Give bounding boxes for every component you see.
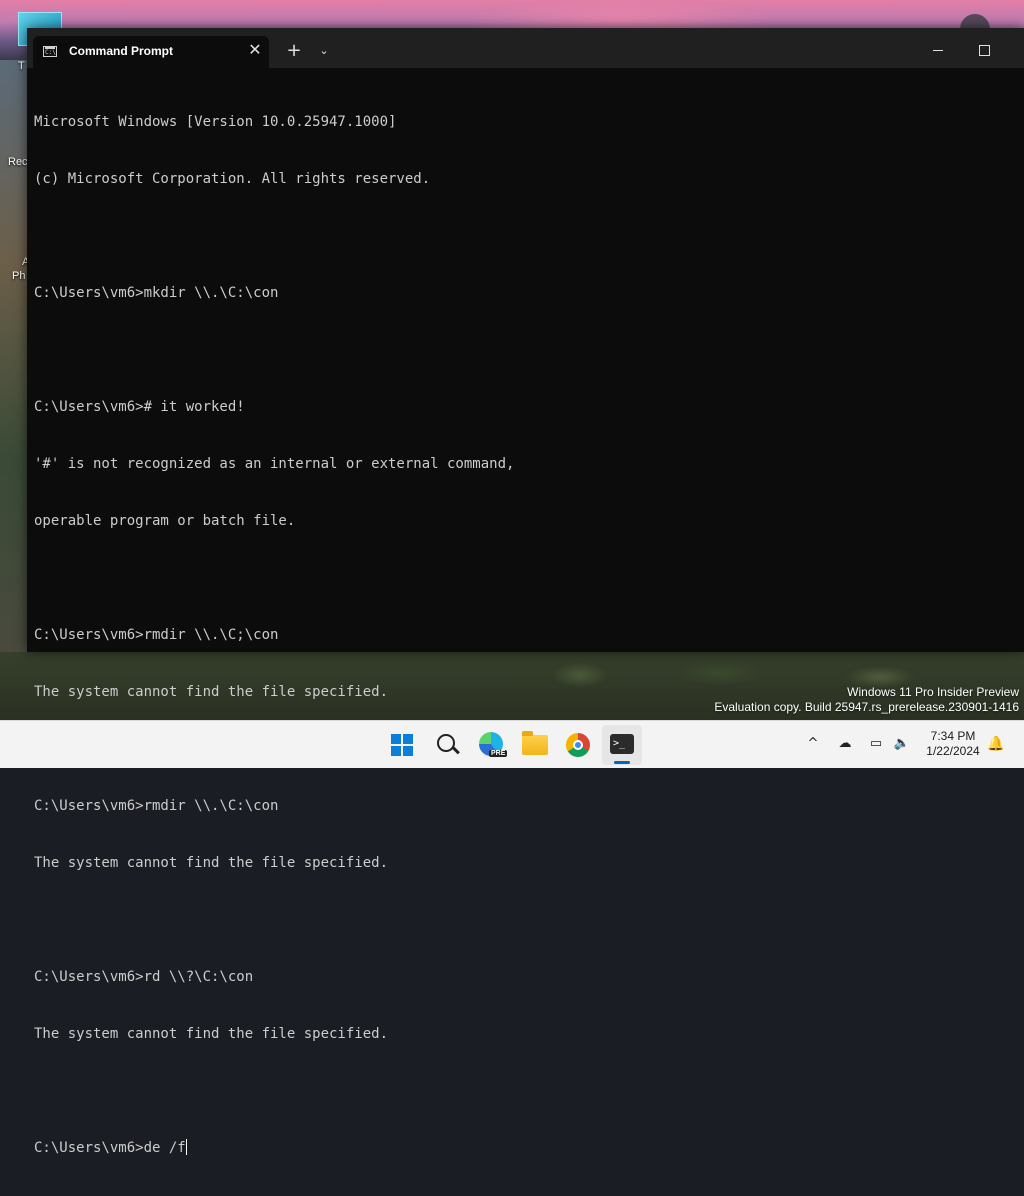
- clock[interactable]: 7:34 PM 1/22/2024: [916, 729, 990, 759]
- terminal-line: Microsoft Windows [Version 10.0.25947.10…: [34, 114, 397, 130]
- terminal-icon: >_: [610, 734, 634, 754]
- terminal-line: C:\Users\vm6># it worked!: [34, 399, 245, 415]
- desktop-label: Ph: [12, 270, 26, 282]
- start-button[interactable]: [382, 725, 422, 765]
- show-hidden-icons-button[interactable]: ^: [804, 733, 822, 755]
- watermark-line: Windows 11 Pro Insider Preview: [847, 685, 1019, 699]
- volume-icon[interactable]: 🔈: [892, 733, 912, 755]
- terminal-line: (c) Microsoft Corporation. All rights re…: [34, 171, 431, 187]
- tab-dropdown-button[interactable]: ⌄: [314, 40, 334, 62]
- maximize-button[interactable]: [961, 36, 1007, 64]
- command-input-line[interactable]: C:\Users\vm6>de /f: [34, 1139, 1014, 1158]
- edge-badge: PRE: [489, 750, 508, 757]
- text-cursor: [185, 1139, 187, 1155]
- network-icon[interactable]: ▭: [866, 733, 886, 755]
- clock-time: 7:34 PM: [930, 729, 976, 743]
- folder-icon: [522, 731, 548, 755]
- tab-title: Command Prompt: [69, 44, 174, 58]
- taskbar: PRE >_ ^ ☁ ▭ 🔈 7:34 PM 1/22/2024 🔔: [0, 720, 1024, 768]
- terminal-output[interactable]: Microsoft Windows [Version 10.0.25947.10…: [34, 75, 1014, 1156]
- new-tab-button[interactable]: +: [283, 40, 305, 62]
- chrome-icon: [566, 733, 590, 757]
- prompt-input[interactable]: C:\Users\vm6>de /f: [34, 1140, 186, 1156]
- minimize-icon: [933, 49, 943, 51]
- tab-close-button[interactable]: ✕: [245, 40, 265, 60]
- terminal-taskbar-button[interactable]: >_: [602, 725, 642, 765]
- edge-beta-button[interactable]: PRE: [471, 725, 511, 765]
- cmd-icon: C:\: [43, 46, 57, 57]
- terminal-line: C:\Users\vm6>rd \\?\C:\con: [34, 969, 254, 985]
- active-indicator: [614, 761, 630, 764]
- minimize-button[interactable]: [915, 36, 961, 64]
- terminal-line: operable program or batch file.: [34, 513, 296, 529]
- clock-date: 1/22/2024: [926, 744, 980, 758]
- wallpaper-left-strip: [0, 60, 28, 660]
- terminal-line: The system cannot find the file specifie…: [34, 855, 389, 871]
- tab-command-prompt[interactable]: C:\ Command Prompt ✕: [33, 36, 269, 68]
- desktop-label: Rec: [8, 156, 28, 168]
- file-explorer-button[interactable]: [514, 725, 554, 765]
- terminal-line: The system cannot find the file specifie…: [34, 1026, 389, 1042]
- windows-logo-icon: [391, 734, 413, 756]
- terminal-line: C:\Users\vm6>rmdir \\.\C;\con: [34, 627, 279, 643]
- chrome-button[interactable]: [558, 725, 598, 765]
- terminal-line: C:\Users\vm6>rmdir \\.\C:\con: [34, 798, 279, 814]
- watermark-line: Evaluation copy. Build 25947.rs_prerelea…: [714, 700, 1019, 714]
- terminal-line: C:\Users\vm6>mkdir \\.\C:\con: [34, 285, 279, 301]
- terminal-line: '#' is not recognized as an internal or …: [34, 456, 515, 472]
- maximize-icon: [978, 44, 990, 56]
- terminal-window: C:\ Command Prompt ✕ + ⌄ Microsoft Windo…: [27, 28, 1024, 1156]
- onedrive-icon[interactable]: ☁: [834, 733, 856, 755]
- title-bar[interactable]: C:\ Command Prompt ✕ + ⌄: [27, 28, 1024, 68]
- evaluation-watermark: Windows 11 Pro Insider Preview Evaluatio…: [714, 685, 1019, 715]
- notification-bell-icon[interactable]: 🔔: [986, 733, 1006, 755]
- search-button[interactable]: [427, 725, 467, 765]
- desktop-label: T: [18, 60, 25, 72]
